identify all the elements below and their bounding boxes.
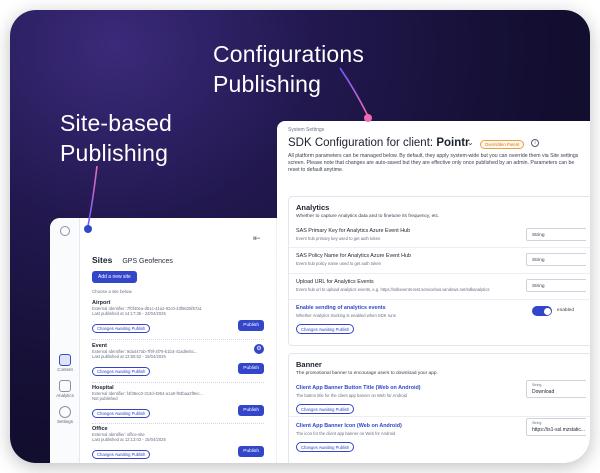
sites-hint: Choose a site below. — [92, 289, 133, 294]
divider — [92, 382, 264, 383]
site-published: Last published at 13:55:52 - 15/04/2025 — [92, 354, 166, 360]
banner-button-title-input[interactable]: String Download — [526, 380, 586, 398]
sites-tabs: Sites GPS Geofences — [92, 255, 173, 265]
toggle-state-label: enabled — [556, 308, 574, 313]
changes-awaiting-badge: Changes Awaiting Publish — [296, 324, 355, 334]
changes-awaiting-badge: Changes Awaiting Publish — [92, 408, 151, 418]
rail-item-content[interactable]: Content — [52, 354, 78, 372]
site-published: Last published at 14:17:35 - 23/04/2025 — [92, 311, 166, 317]
info-icon[interactable]: i — [531, 139, 539, 147]
changes-awaiting-badge: Changes Awaiting Publish — [296, 404, 355, 414]
rail-item-settings[interactable]: Settings — [52, 406, 78, 424]
divider — [289, 247, 590, 248]
headline-configurations-publishing: Configurations Publishing — [213, 39, 364, 99]
rail-label: Settings — [57, 419, 73, 424]
list-item[interactable]: Office External Identifier: office-site … — [92, 426, 264, 461]
banner-section: Banner The promotional banner to encoura… — [288, 353, 590, 463]
input-value: Download — [532, 389, 555, 395]
changes-awaiting-badge: Changes Awaiting Publish — [296, 442, 355, 452]
user-icon — [60, 226, 70, 236]
headline-line: Configurations — [213, 41, 365, 67]
headline-line: Publishing — [60, 140, 169, 166]
publish-button[interactable]: Publish — [238, 446, 264, 457]
enable-analytics-field: Enable sending of analytics events Wheth… — [296, 305, 586, 336]
divider — [289, 416, 590, 417]
content-icon — [59, 354, 71, 366]
divider — [92, 339, 264, 340]
divider — [92, 423, 264, 424]
input-type-label: String — [532, 421, 542, 425]
divider — [289, 273, 590, 274]
add-site-button[interactable]: Add a new site — [92, 271, 137, 283]
section-subtitle: Whether to capture Analytics data and to… — [296, 214, 440, 219]
rail-item-analytics[interactable]: Analytics — [52, 380, 78, 398]
analytics-toggle[interactable] — [532, 306, 552, 316]
list-item[interactable]: Hospital External Identifier: f4f36ec0-3… — [92, 385, 264, 420]
banner-button-title-field: Client App Banner Button Title (Web on A… — [296, 380, 586, 416]
list-item[interactable]: Event External Identifier: 9da447ab-7f9f… — [92, 343, 264, 378]
headline-line: Site-based — [60, 110, 172, 136]
gear-icon[interactable]: ⚙ — [254, 344, 264, 354]
headline-line: Publishing — [213, 71, 322, 97]
sas-policy-name-field: SAS Policy Name for Analytics Azure Even… — [296, 253, 586, 266]
input-value: https://is1-ssl.mzstatic... — [532, 427, 586, 433]
tab-gps-geofences[interactable]: GPS Geofences — [122, 258, 173, 265]
title-prefix: SDK Configuration for client: — [288, 137, 434, 149]
promo-frame: Configurations Publishing Site-based Pub… — [10, 10, 590, 463]
site-published: Not published — [92, 396, 118, 402]
changes-awaiting-badge: Changes Awaiting Publish — [92, 366, 151, 376]
breadcrumb[interactable]: System Settings — [288, 127, 324, 133]
page-description: All platform parameters can be managed b… — [288, 153, 579, 173]
page-title: SDK Configuration for client: Pointr — [288, 137, 470, 149]
publish-button[interactable]: Publish — [238, 405, 264, 416]
upload-url-input[interactable]: String — [526, 279, 586, 292]
input-type-label: String — [532, 383, 542, 387]
sas-primary-key-input[interactable]: String — [526, 228, 586, 241]
changes-awaiting-badge: Changes Awaiting Publish — [92, 449, 151, 459]
pointer-line-site — [87, 165, 98, 227]
sas-primary-key-field: SAS Primary Key for Analytics Azure Even… — [296, 228, 586, 241]
publish-button[interactable]: Publish — [238, 320, 264, 331]
chevron-down-icon[interactable]: ⌄ — [467, 138, 474, 147]
status-badge: Overridden Parent — [480, 140, 525, 150]
sites-list-panel: ⇤ Sites GPS Geofences Add a new site Cho… — [86, 218, 272, 463]
section-title: Analytics — [296, 203, 330, 212]
sites-panel: Content Analytics Settings ⇤ Sites GPS G… — [50, 218, 300, 463]
rail-label: Analytics — [56, 393, 74, 398]
collapse-left-icon[interactable]: ⇤ — [253, 233, 261, 244]
headline-site-based-publishing: Site-based Publishing — [60, 108, 172, 168]
nav-rail: Content Analytics Settings — [50, 218, 80, 463]
sdk-configuration-panel: System Settings SDK Configuration for cl… — [277, 121, 590, 463]
banner-icon-input[interactable]: String https://is1-ssl.mzstatic... — [526, 418, 586, 436]
upload-url-field: Upload URL for Analytics Events Event hu… — [296, 279, 586, 292]
settings-icon — [59, 406, 71, 418]
banner-icon-field: Client App Banner Icon (Web on Android) … — [296, 418, 586, 454]
list-item[interactable]: Airport External Identifier: 7f0f40ea-d5… — [92, 300, 264, 335]
tab-sites[interactable]: Sites — [92, 255, 112, 265]
divider — [289, 299, 590, 300]
publish-button[interactable]: Publish — [238, 363, 264, 374]
analytics-icon — [59, 380, 71, 392]
section-subtitle: The promotional banner to encourage user… — [296, 371, 438, 376]
changes-awaiting-badge: Changes Awaiting Publish — [92, 323, 151, 333]
rail-label: Content — [57, 367, 73, 372]
sas-policy-name-input[interactable]: String — [526, 253, 586, 266]
section-title: Banner — [296, 360, 322, 369]
analytics-section: Analytics Whether to capture Analytics d… — [288, 196, 590, 346]
site-published: Last published at 12:13:03 - 15/04/2025 — [92, 437, 166, 443]
client-name: Pointr — [436, 137, 470, 149]
user-avatar[interactable] — [52, 226, 78, 237]
